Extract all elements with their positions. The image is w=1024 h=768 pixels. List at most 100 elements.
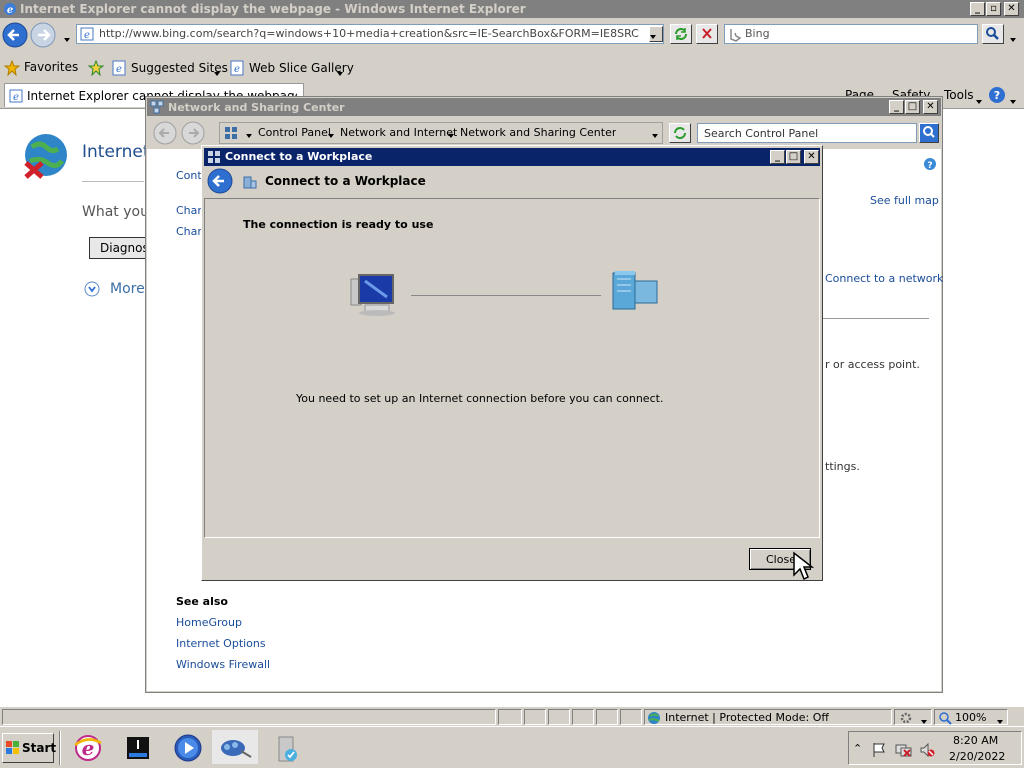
dialog-title-bar[interactable]: Connect to a Workplace _ □ ✕ (204, 148, 820, 166)
nsc-refresh-button[interactable] (669, 123, 691, 143)
security-zone-text: Internet | Protected Mode: Off (665, 711, 829, 724)
breadcrumb-control-panel[interactable]: Control Panel (258, 126, 331, 139)
zoom-icon (939, 712, 952, 725)
minimize-button[interactable]: _ (970, 2, 985, 16)
close-button[interactable]: ✕ (1004, 2, 1019, 16)
connect-to-network-link[interactable]: Connect to a network (825, 272, 943, 285)
ie-search-button[interactable] (982, 24, 1004, 44)
taskbar-workplace-button[interactable] (262, 730, 308, 764)
see-also-internet-options[interactable]: Internet Options (176, 637, 266, 650)
nsc-address-dropdown[interactable] (648, 128, 658, 142)
search-options-dropdown[interactable] (1006, 32, 1016, 46)
status-pane-5 (596, 709, 618, 725)
nsc-search-placeholder: Search Control Panel (704, 127, 819, 140)
nsc-search-button[interactable] (919, 123, 939, 143)
recent-pages-dropdown[interactable] (60, 32, 70, 46)
web-slice-dropdown[interactable] (333, 66, 343, 80)
svg-text:e: e (84, 30, 90, 41)
nsc-nav-row: Control Panel Network and Internet Netwo… (147, 117, 941, 147)
favorites-button[interactable]: Favorites (24, 60, 78, 74)
ie-nav-bar: e http://www.bing.com/search?q=windows+1… (0, 18, 1024, 54)
dialog-body: The connection is ready to use You need … (204, 198, 820, 538)
web-slice-icon: e (230, 60, 244, 76)
security-zone-pane[interactable]: Internet | Protected Mode: Off (644, 709, 892, 725)
stop-button[interactable] (696, 24, 718, 44)
address-dropdown-button[interactable] (649, 26, 663, 42)
favorites-star-icon (4, 60, 20, 76)
svg-text:e: e (234, 64, 240, 75)
refresh-button[interactable] (670, 24, 692, 44)
breadcrumb-network-internet[interactable]: Network and Internet (340, 126, 457, 139)
see-also-homegroup[interactable]: HomeGroup (176, 616, 242, 629)
status-pane-2 (524, 709, 546, 725)
taskbar-media-player-button[interactable] (164, 730, 210, 764)
nsc-forward-icon[interactable] (181, 121, 205, 145)
page-icon: e (80, 27, 94, 41)
dialog-header: Connect to a Workplace (204, 168, 820, 196)
taskbar-network-button[interactable] (212, 730, 258, 764)
magnifier-icon (986, 27, 999, 40)
taskbar-ie-button[interactable]: e (64, 730, 110, 764)
status-pane-6 (620, 709, 642, 725)
dialog-maximize-button[interactable]: □ (786, 150, 801, 164)
address-bar[interactable]: e http://www.bing.com/search?q=windows+1… (76, 24, 664, 44)
nsc-search-box[interactable]: Search Control Panel (697, 123, 917, 143)
help-dropdown[interactable] (1006, 94, 1016, 108)
heading-divider (82, 181, 144, 182)
zoom-level: 100% (955, 711, 987, 724)
maximize-button[interactable]: ▫ (986, 2, 1001, 16)
nsc-address-bar[interactable]: Control Panel Network and Internet Netwo… (219, 122, 663, 144)
protected-mode-pane[interactable] (894, 709, 932, 725)
system-tray: ⌃ 8:20 AM 2/20/2022 (848, 731, 1022, 765)
see-full-map-link[interactable]: See full map (870, 194, 939, 207)
see-also-windows-firewall[interactable]: Windows Firewall (176, 658, 270, 671)
error-question: What you (82, 204, 149, 220)
more-info-chevron-icon[interactable] (84, 281, 100, 297)
dialog-back-icon[interactable] (206, 168, 234, 194)
workplace-icon (243, 176, 257, 189)
breadcrumb-nsc[interactable]: Network and Sharing Center (460, 126, 616, 139)
dialog-header-text: Connect to a Workplace (265, 174, 426, 188)
ie-status-bar: Internet | Protected Mode: Off 100% (0, 706, 1024, 726)
nsc-magnifier-icon (923, 126, 935, 138)
gear-icon (900, 712, 912, 724)
nsc-access-point-fragment: r or access point. (825, 358, 920, 371)
action-center-flag-icon[interactable] (871, 742, 887, 758)
suggested-sites-icon: e (112, 60, 126, 76)
computer-icon (350, 274, 395, 316)
diagnose-label: Diagnos (100, 241, 149, 255)
workplace-dialog: Connect to a Workplace _ □ ✕ Connect to … (201, 145, 823, 581)
suggested-sites-dropdown[interactable] (210, 66, 220, 80)
tools-dropdown[interactable] (972, 94, 982, 108)
add-favorites-icon[interactable] (88, 60, 106, 76)
taskbar-explorer-button[interactable] (114, 730, 160, 764)
status-pane-1 (498, 709, 522, 725)
nsc-help-icon[interactable]: ? (923, 157, 937, 171)
tools-menu[interactable]: Tools (944, 88, 974, 102)
nsc-close-button[interactable]: ✕ (923, 100, 938, 114)
back-icon[interactable] (2, 22, 28, 48)
nsc-back-icon[interactable] (153, 121, 177, 145)
network-error-icon[interactable] (895, 742, 913, 758)
dialog-minimize-button[interactable]: _ (770, 150, 785, 164)
nsc-minimize-button[interactable]: _ (889, 100, 904, 114)
ie-title-bar[interactable]: e Internet Explorer cannot display the w… (0, 0, 1024, 18)
dialog-close-button[interactable]: ✕ (804, 150, 819, 164)
forward-icon[interactable] (30, 22, 56, 48)
nsc-maximize-button[interactable]: □ (905, 100, 920, 114)
zoom-pane[interactable]: 100% (934, 709, 1008, 725)
clock-time[interactable]: 8:20 AM (953, 734, 998, 747)
show-hidden-icons[interactable]: ⌃ (853, 742, 862, 755)
more-info-link[interactable]: More (110, 281, 145, 297)
help-icon[interactable]: ? (988, 86, 1006, 104)
network-taskbar-icon (221, 740, 252, 758)
diagnose-button[interactable]: Diagnos (89, 237, 149, 259)
start-button[interactable]: Start (2, 733, 56, 763)
status-heading: The connection is ready to use (243, 218, 434, 231)
nsc-title-bar[interactable]: Network and Sharing Center _ □ ✕ (147, 98, 941, 116)
volume-muted-icon[interactable] (919, 742, 935, 758)
ie-search-box[interactable]: Bing (724, 24, 978, 44)
taskbar: Start e ⌃ 8:20 AM 2/20/2022 (0, 726, 1024, 768)
clock-date[interactable]: 2/20/2022 (949, 750, 1005, 763)
dialog-network-icon (208, 151, 220, 163)
